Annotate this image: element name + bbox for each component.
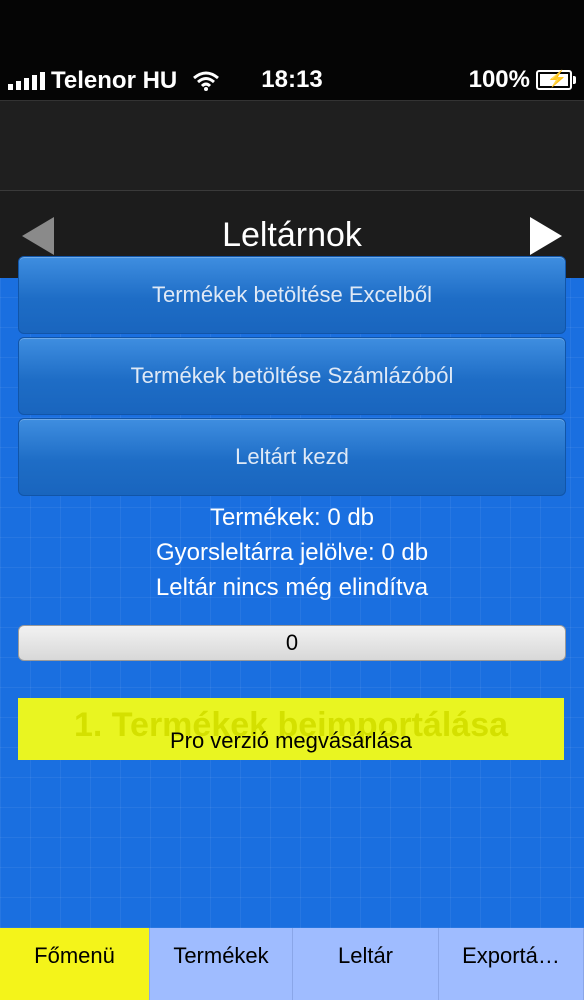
tab-products[interactable]: Termékek [150,928,293,1000]
charging-bolt-icon: ⚡ [547,71,567,88]
buy-pro-button[interactable]: 1. Termékek beimportálása Pro verzió meg… [18,698,564,760]
tab-inventory[interactable]: Leltár [293,928,439,1000]
battery-percentage: 100% [468,66,530,93]
product-count: Termékek: 0 db [209,504,375,531]
progress-bar: 0 [18,625,566,661]
tab-export[interactable]: Exportá… [439,928,584,1000]
battery-icon: ⚡ [536,70,576,90]
tab-main-menu[interactable]: Főmenü [0,928,150,1000]
main-content: Termékek betöltése Excelből Termékek bet… [0,256,584,928]
header-spacer [0,100,584,191]
buy-pro-label: Pro verzió megvásárlása [169,728,413,753]
status-bar: Telenor HU 18:13 100% ⚡ [0,0,584,100]
load-from-szamlazo-button[interactable]: Termékek betöltése Számlázóból [18,337,566,415]
progress-value: 0 [285,630,299,655]
status-right: 100% ⚡ [468,66,576,94]
load-from-excel-button[interactable]: Termékek betöltése Excelből [18,256,566,334]
right-arrow-icon[interactable] [530,217,562,255]
inventory-status: Leltár nincs még elindítva [155,574,429,601]
tab-bar: Főmenü Termékek Leltár Exportá… [0,928,584,1000]
quick-inventory-count: Gyorsleltárra jelölve: 0 db [155,539,429,566]
start-inventory-button[interactable]: Leltárt kezd [18,418,566,496]
